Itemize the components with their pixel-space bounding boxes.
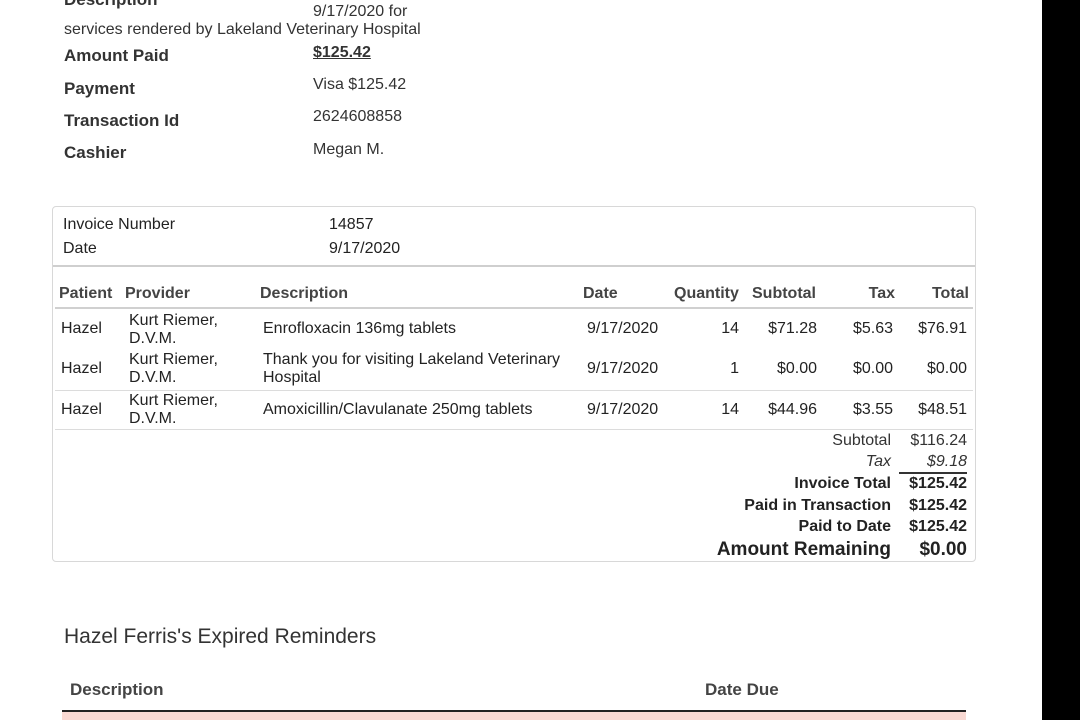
row-quantity: 1 bbox=[730, 360, 739, 377]
invoice-card: Invoice Number 14857 Date 9/17/2020 Pati… bbox=[52, 206, 976, 562]
invoice-number-value: 14857 bbox=[329, 216, 374, 233]
row-description: Enrofloxacin 136mg tablets bbox=[263, 320, 456, 337]
transaction-id-value: 2624608858 bbox=[313, 108, 402, 125]
row-description-line2: Hospital bbox=[263, 369, 321, 386]
screen-edge-bar bbox=[1042, 0, 1080, 720]
cashier-label: Cashier bbox=[64, 143, 127, 162]
row-description: Amoxicillin/Clavulanate 250mg tablets bbox=[263, 401, 533, 418]
row-patient: Hazel bbox=[61, 401, 102, 418]
invoice-date-value: 9/17/2020 bbox=[329, 240, 401, 257]
row-tax: $3.55 bbox=[852, 401, 893, 418]
row-total: $76.91 bbox=[918, 320, 967, 337]
col-quantity: Quantity bbox=[674, 285, 739, 302]
amount-remaining-value: $0.00 bbox=[919, 539, 967, 560]
paid-to-date-value: $125.42 bbox=[909, 518, 967, 535]
row-description-line1: Thank you for visiting Lakeland Veterina… bbox=[263, 351, 561, 368]
col-description: Description bbox=[260, 285, 349, 302]
invoice-date-label: Date bbox=[63, 240, 97, 257]
invoice-header: Invoice Number 14857 Date 9/17/2020 bbox=[53, 207, 975, 267]
row-provider-line1: Kurt Riemer, bbox=[129, 392, 218, 409]
row-provider-line2: D.V.M. bbox=[129, 369, 177, 386]
row-total: $0.00 bbox=[926, 360, 967, 377]
transaction-id-label: Transaction Id bbox=[64, 111, 180, 130]
description-heading: Description bbox=[64, 0, 158, 10]
invoice-total-label: Invoice Total bbox=[794, 475, 891, 492]
col-date: Date bbox=[583, 285, 618, 302]
row-divider bbox=[55, 429, 973, 430]
row-provider-line2: D.V.M. bbox=[129, 410, 177, 427]
subtotal-label: Subtotal bbox=[832, 432, 891, 449]
invoice-total-value: $125.42 bbox=[909, 475, 967, 492]
tax-label: Tax bbox=[865, 453, 891, 470]
row-subtotal: $0.00 bbox=[776, 360, 817, 377]
col-tax: Tax bbox=[868, 285, 895, 302]
col-patient: Patient bbox=[59, 285, 113, 302]
tax-value: $9.18 bbox=[926, 453, 967, 470]
paid-in-transaction-label: Paid in Transaction bbox=[744, 497, 891, 514]
row-provider-line1: Kurt Riemer, bbox=[129, 312, 218, 329]
row-quantity: 14 bbox=[721, 320, 739, 337]
amount-remaining-label: Amount Remaining bbox=[716, 539, 891, 560]
payment-value: Visa $125.42 bbox=[313, 76, 407, 93]
paid-in-transaction-value: $125.42 bbox=[909, 497, 967, 514]
row-subtotal: $71.28 bbox=[768, 320, 817, 337]
reminder-row bbox=[62, 712, 966, 720]
reminders-col-date-due: Date Due bbox=[705, 680, 779, 699]
row-patient: Hazel bbox=[61, 320, 102, 337]
receipt-page: Description 9/17/2020 for services rende… bbox=[0, 0, 1080, 720]
col-provider: Provider bbox=[125, 285, 190, 302]
payment-label: Payment bbox=[64, 79, 135, 98]
row-provider-line1: Kurt Riemer, bbox=[129, 351, 218, 368]
row-date: 9/17/2020 bbox=[587, 360, 659, 377]
amount-paid-label: Amount Paid bbox=[64, 46, 169, 65]
row-tax: $0.00 bbox=[852, 360, 893, 377]
paid-to-date-label: Paid to Date bbox=[798, 518, 891, 535]
amount-paid-value: $125.42 bbox=[313, 44, 371, 61]
row-date: 9/17/2020 bbox=[587, 401, 659, 418]
row-quantity: 14 bbox=[721, 401, 739, 418]
description-text: services rendered by Lakeland Veterinary… bbox=[64, 21, 421, 38]
header-rule bbox=[55, 307, 973, 309]
row-subtotal: $44.96 bbox=[768, 401, 817, 418]
row-total: $48.51 bbox=[918, 401, 967, 418]
reminders-title: Hazel Ferris's Expired Reminders bbox=[64, 625, 377, 648]
cashier-value: Megan M. bbox=[313, 141, 385, 158]
col-subtotal: Subtotal bbox=[752, 285, 816, 302]
row-date: 9/17/2020 bbox=[587, 320, 659, 337]
col-total: Total bbox=[931, 285, 969, 302]
invoice-number-label: Invoice Number bbox=[63, 216, 176, 233]
row-provider-line2: D.V.M. bbox=[129, 330, 177, 347]
row-patient: Hazel bbox=[61, 360, 102, 377]
row-tax: $5.63 bbox=[852, 320, 893, 337]
reminders-col-description: Description bbox=[70, 680, 164, 699]
description-date: 9/17/2020 for bbox=[313, 3, 408, 20]
subtotal-value: $116.24 bbox=[910, 432, 967, 449]
summary-rule bbox=[899, 472, 967, 474]
